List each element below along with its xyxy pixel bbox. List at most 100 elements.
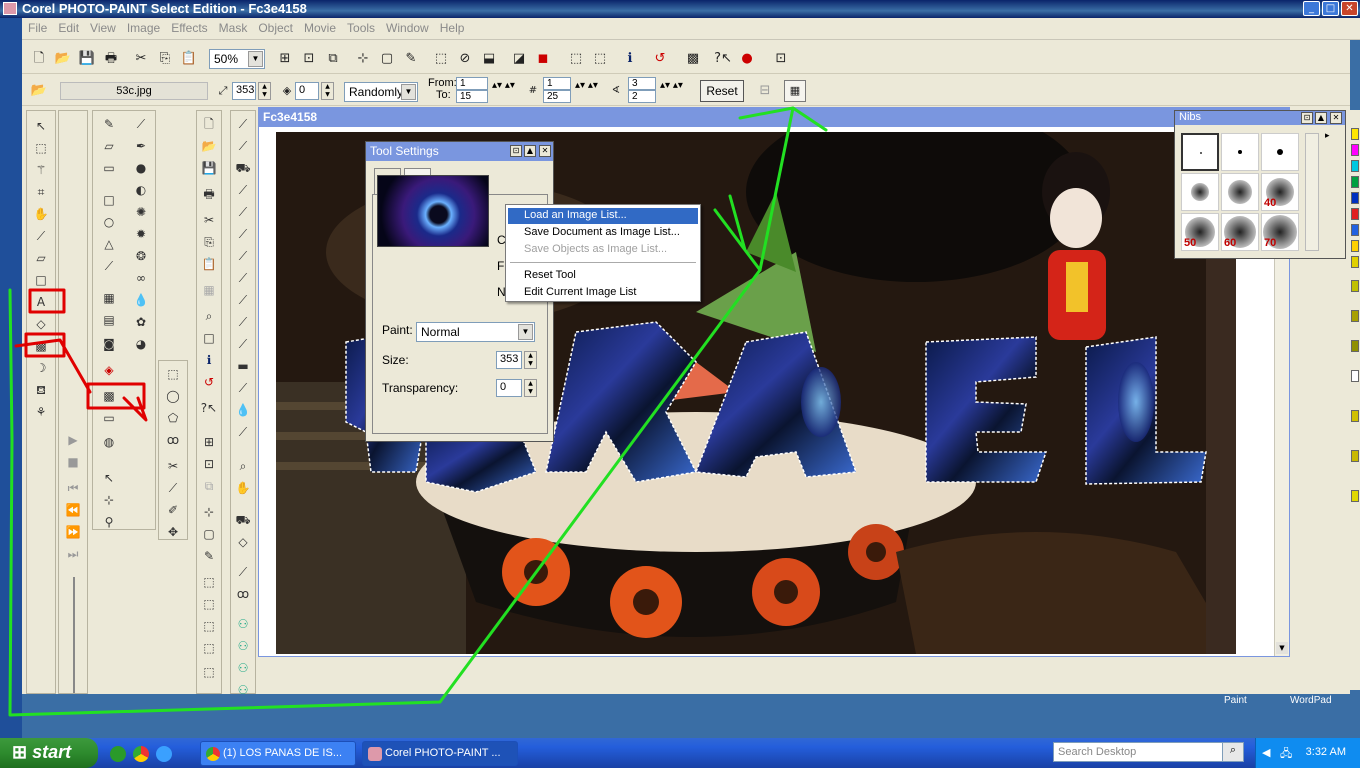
size-spinner[interactable]: ▲ ▼ (258, 82, 271, 100)
mask-brush-icon[interactable]: ✎ (400, 48, 422, 70)
plant-icon[interactable]: ✿ (131, 313, 151, 331)
info-icon[interactable]: ℹ (619, 48, 641, 70)
nibs-menu-arrow-icon[interactable]: ▸ (1325, 131, 1330, 141)
menu-save-document-image-list[interactable]: Save Document as Image List... (508, 225, 698, 241)
ball-icon[interactable]: ● (131, 159, 151, 177)
open-icon[interactable]: 📂 (52, 48, 74, 70)
docker-close-icon[interactable]: ✕ (539, 145, 551, 157)
prev-frame-icon[interactable]: ⏪ (63, 501, 83, 519)
magnify-icon[interactable]: ⌕ (199, 307, 219, 325)
desktop-wordpad-label[interactable]: WordPad (1290, 695, 1332, 706)
image-sprayer-tool-icon[interactable]: ⚘ (31, 403, 51, 421)
pencil-icon[interactable]: ✎ (199, 547, 219, 565)
menu-tools[interactable]: Tools (341, 18, 380, 35)
size-setting-spinner[interactable]: ▲ ▼ (524, 351, 537, 369)
smear-icon[interactable]: ▱ (99, 137, 119, 155)
crop-tool-icon[interactable]: ⌗ (31, 183, 51, 201)
printer-icon[interactable]: 🖶 (199, 185, 219, 203)
menu-reset-tool[interactable]: Reset Tool (508, 268, 698, 284)
swatch-khaki[interactable] (1351, 280, 1359, 292)
count-a-from-field[interactable]: 1 (543, 77, 571, 90)
mask-invert-icon[interactable]: ⬓ (478, 48, 500, 70)
object-marquee-icon[interactable]: ⬚ (589, 48, 611, 70)
info-tool-icon[interactable]: ℹ (199, 351, 219, 369)
transform-icon[interactable]: ⊹ (352, 48, 374, 70)
count-a-spinners[interactable]: ▴▾ ▴▾ (575, 80, 598, 91)
next-frame-icon[interactable]: ⏩ (63, 523, 83, 541)
count-b-to-field[interactable]: 2 (628, 90, 656, 103)
clone-tool-icon[interactable]: ⛾ (31, 381, 51, 399)
count-b-spinners[interactable]: ▴▾ ▴▾ (660, 80, 683, 91)
marquee-b-icon[interactable]: ⬚ (199, 617, 219, 635)
pen-icon[interactable]: ✒ (131, 137, 151, 155)
image-sprayer-icon[interactable]: ▩ (682, 48, 704, 70)
grid-icon[interactable]: ▦ (199, 281, 219, 299)
square-icon[interactable]: ▢ (199, 525, 219, 543)
rect-mask-icon[interactable]: ⬚ (163, 365, 183, 383)
marquee-d-icon[interactable]: ⬚ (199, 663, 219, 681)
hand-tool-icon[interactable]: ✋ (233, 479, 253, 497)
swatch-cyan[interactable] (1351, 160, 1359, 172)
swatch-ochre[interactable] (1351, 450, 1359, 462)
paint-brush-icon[interactable]: ✎ (99, 115, 119, 133)
ellipse-icon[interactable]: ○ (99, 213, 119, 231)
brush-c-icon[interactable]: ⟋ (233, 181, 253, 199)
apply-icon[interactable]: ⊟ (754, 80, 776, 102)
mask-transform-icon[interactable]: ⬚ (31, 139, 51, 157)
menu-effects[interactable]: Effects (165, 18, 212, 35)
nib-soft-b[interactable] (1221, 173, 1259, 211)
whats-this-icon[interactable]: ?↖ (712, 48, 734, 70)
count-a-to-field[interactable]: 25 (543, 90, 571, 103)
from-to-spinners[interactable]: ▴▾ ▴▾ (492, 80, 515, 91)
corel-apple-icon[interactable]: ● (736, 48, 758, 70)
menu-image[interactable]: Image (121, 18, 165, 35)
last-frame-icon[interactable]: ⏭ (63, 545, 83, 563)
people-c-icon[interactable]: ⚇ (233, 659, 253, 677)
size-field[interactable]: 353 (232, 82, 256, 100)
brush-g-icon[interactable]: ⟋ (233, 269, 253, 287)
fullscreen-icon[interactable]: ⊡ (770, 48, 792, 70)
nibs-rollup-icon[interactable]: ▲ (1315, 112, 1327, 124)
eyedropper-icon[interactable]: ⟋ (31, 227, 51, 245)
combine-icon[interactable]: ⧉ (322, 48, 344, 70)
save-icon[interactable]: 💾 (76, 48, 98, 70)
disk-icon[interactable]: 💾 (199, 159, 219, 177)
zoom-select[interactable]: 50% ▼ (209, 49, 265, 69)
paint-mode-select[interactable]: Normal ▼ (416, 322, 535, 342)
rainbow-icon[interactable]: ✹ (131, 225, 151, 243)
menu-file[interactable]: File (22, 18, 52, 35)
effect-tool-icon[interactable]: ☽ (31, 359, 51, 377)
taskbar-corel-window[interactable]: Corel PHOTO-PAINT ... (362, 741, 518, 766)
rotation-field[interactable]: 0 (295, 82, 319, 100)
transparency-spinner[interactable]: ▲ ▼ (524, 379, 537, 397)
close-button[interactable]: ✕ (1341, 1, 1358, 16)
zoom-fit-icon[interactable]: ⊞ (274, 48, 296, 70)
marquee-c-icon[interactable]: ⬚ (199, 639, 219, 657)
fill-bucket-icon[interactable]: ⛟ (233, 511, 253, 529)
brush-d-icon[interactable]: ⟋ (233, 203, 253, 221)
node-icon[interactable]: ⊹ (99, 491, 119, 509)
swatch-yellow[interactable] (1351, 128, 1359, 140)
transparency-field[interactable]: 0 (496, 379, 522, 397)
network-icon[interactable]: 🖧 (1280, 745, 1292, 764)
polygon-icon[interactable]: △ (99, 235, 119, 253)
palette-icon[interactable]: ▦ (99, 289, 119, 307)
lasso-mask-icon[interactable]: ꝏ (163, 431, 183, 449)
brush-m-icon[interactable]: ⟋ (233, 423, 253, 441)
search-desktop-input[interactable]: Search Desktop (1053, 742, 1243, 762)
pick-tool-icon[interactable]: ↖ (31, 117, 51, 135)
scissors-mask-icon[interactable]: ✂ (163, 457, 183, 475)
frame-icon[interactable]: ▤ (99, 311, 119, 329)
mask-marquee-icon[interactable]: ⬚ (430, 48, 452, 70)
red-mask-icon[interactable]: ◼ (532, 48, 554, 70)
transform-tool-icon[interactable]: ⊹ (199, 503, 219, 521)
nib-medium[interactable] (1261, 133, 1299, 171)
drop-tool-icon[interactable]: 💧 (233, 401, 253, 419)
rectangle-tool-icon[interactable]: □ (31, 271, 51, 289)
resize-icon[interactable]: ⊞ (199, 433, 219, 451)
swatch-red[interactable] (1351, 208, 1359, 220)
folder-icon[interactable]: 📂 (199, 137, 219, 155)
quicklaunch-app-icon[interactable] (110, 746, 126, 762)
image-list-thumbnail[interactable] (377, 175, 489, 247)
marquee-visible-icon[interactable]: ⬚ (565, 48, 587, 70)
